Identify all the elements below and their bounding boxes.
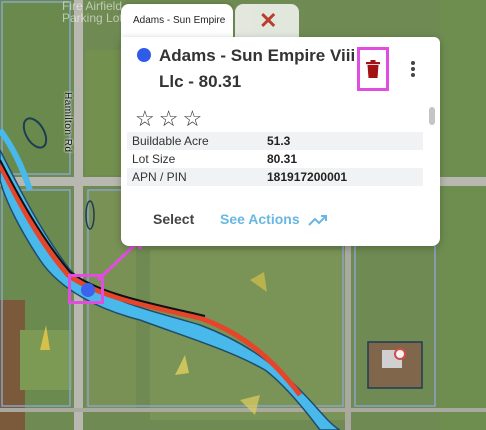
map-place-label: Fire Airfield Parking Lot bbox=[62, 0, 123, 25]
close-icon: ✕ bbox=[259, 8, 278, 33]
select-button[interactable]: Select bbox=[153, 211, 194, 227]
popup-tab-bar: Adams - Sun Empire ✕ bbox=[121, 4, 301, 38]
attr-label: Buildable Acre bbox=[127, 132, 262, 150]
see-actions-button[interactable]: See Actions bbox=[220, 211, 328, 227]
delete-button[interactable] bbox=[357, 47, 389, 91]
tab-label: Adams - Sun Empire bbox=[133, 15, 226, 26]
location-pin-icon bbox=[81, 283, 95, 297]
parcel-popup-card: Adams - Sun Empire Viii Llc - 80.31 ☆☆☆ … bbox=[121, 37, 440, 246]
attr-value: 201017081500001 bbox=[262, 186, 423, 190]
table-row: 201017081500001 bbox=[127, 186, 423, 190]
more-vert-icon bbox=[407, 61, 419, 77]
parcel-details-scroll[interactable]: ☆☆☆ Buildable Acre 51.3 Lot Size 80.31 A… bbox=[127, 104, 423, 190]
trending-up-icon bbox=[307, 215, 327, 227]
parcel-attributes-table: Buildable Acre 51.3 Lot Size 80.31 APN /… bbox=[127, 132, 423, 190]
trash-icon bbox=[366, 60, 380, 78]
attr-value: 51.3 bbox=[262, 132, 423, 150]
details-scrollbar[interactable] bbox=[427, 104, 437, 190]
parcel-map-marker[interactable] bbox=[68, 274, 104, 304]
see-actions-label: See Actions bbox=[220, 211, 300, 227]
table-row: APN / PIN 181917200001 bbox=[127, 168, 423, 186]
attr-label: Lot Size bbox=[132, 152, 176, 166]
table-row: Lot Size 80.31 bbox=[127, 150, 423, 168]
attr-label: APN / PIN bbox=[127, 168, 262, 186]
scrollbar-thumb[interactable] bbox=[429, 107, 435, 125]
parcel-color-dot bbox=[137, 48, 151, 62]
attr-value: 80.31 bbox=[267, 152, 298, 166]
attr-value: 181917200001 bbox=[262, 168, 423, 186]
attr-label bbox=[127, 186, 262, 190]
map-road-label: Hamilton Rd bbox=[62, 92, 73, 153]
more-options-button[interactable] bbox=[407, 59, 419, 81]
table-row: Buildable Acre 51.3 bbox=[127, 132, 423, 150]
parcel-title: Adams - Sun Empire Viii Llc - 80.31 bbox=[159, 46, 356, 91]
tab-adams-sun-empire[interactable]: Adams - Sun Empire bbox=[121, 4, 233, 38]
rating-stars[interactable]: ☆☆☆ bbox=[135, 106, 206, 132]
tab-close-button[interactable]: ✕ bbox=[235, 4, 299, 38]
